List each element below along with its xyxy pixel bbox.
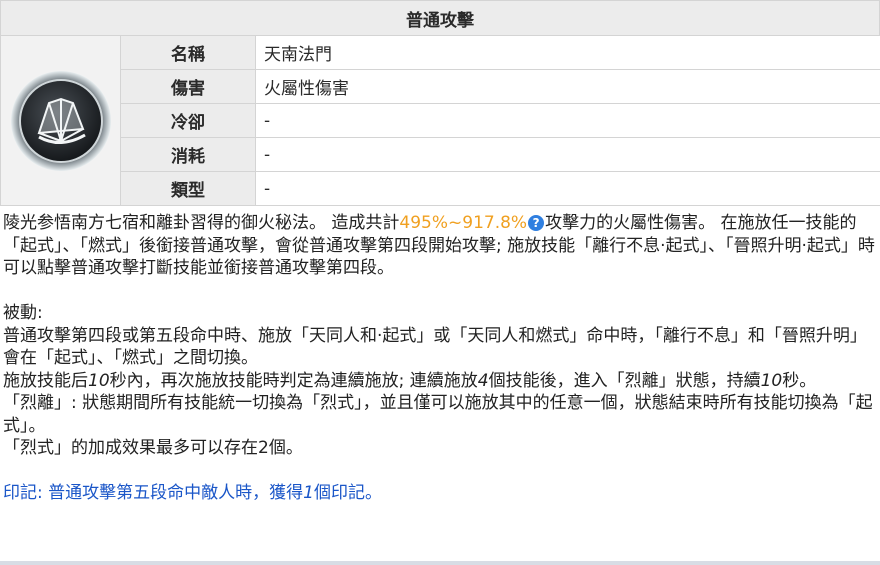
type-label: 類型: [121, 172, 256, 206]
mark-line: 印記: 普通攻擊第五段命中敵人時，獲得1個印記。: [3, 483, 382, 503]
bottom-divider: [0, 561, 880, 565]
cost-label: 消耗: [121, 138, 256, 172]
cost-value: -: [256, 138, 880, 172]
skill-info-table: 名稱 天南法門 傷害 火屬性傷害 冷卻 - 消耗 - 類型 -: [0, 35, 880, 206]
passive-line-1: 普通攻擊第四段或第五段命中時、施放「天同人和·起式」或「天同人和燃式」命中時，「…: [3, 325, 867, 369]
fan-icon: [10, 70, 111, 171]
intro-paragraph: 陵光参悟南方七宿和離卦習得的御火秘法。 造成共計495%~917.8%? 攻擊力的…: [3, 213, 875, 278]
damage-label: 傷害: [121, 70, 256, 104]
type-value: -: [256, 172, 880, 206]
skill-panel: 普通攻擊 名稱 天南法門 傷害 火屬性傷害 冷卻 - 消耗 - 類型 - 陵光参…: [0, 0, 880, 565]
passive-title: 被動:: [3, 303, 43, 323]
question-icon[interactable]: ?: [528, 215, 545, 231]
passive-line-4: 「烈式」的加成效果最多可以存在2個。: [3, 438, 303, 458]
name-value: 天南法門: [256, 36, 880, 70]
damage-multiplier: 495%~917.8%: [399, 213, 528, 233]
damage-value: 火屬性傷害: [256, 70, 880, 104]
skill-icon-cell: [1, 36, 121, 206]
cooldown-label: 冷卻: [121, 104, 256, 138]
passive-line-3: 「烈離」: 狀態期間所有技能統一切換為「烈式」，並且僅可以施放其中的任意一個，狀…: [3, 393, 873, 436]
passive-line-2: 施放技能后10秒內，再次施放技能時判定為連續施放; 連續施放4個技能後，進入「烈…: [3, 370, 817, 391]
name-label: 名稱: [121, 36, 256, 70]
cooldown-value: -: [256, 104, 880, 138]
panel-title: 普通攻擊: [0, 0, 880, 35]
skill-description: 陵光参悟南方七宿和離卦習得的御火秘法。 造成共計495%~917.8%? 攻擊力的…: [0, 206, 880, 505]
